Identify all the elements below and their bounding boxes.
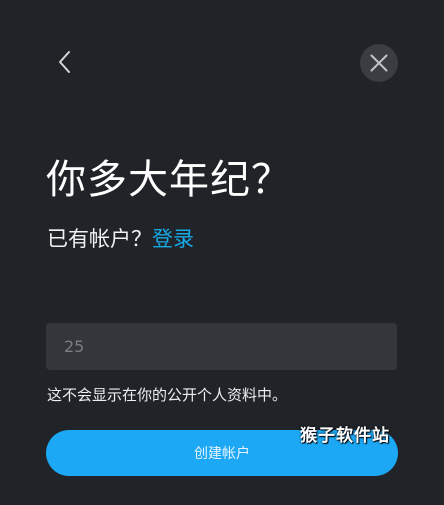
- age-entry-screen: 你多大年纪？ 已有帐户？登录 这不会显示在你的公开个人资料中。 创建帐户 猴子软…: [0, 0, 444, 505]
- page-title: 你多大年纪？: [46, 157, 292, 203]
- back-button[interactable]: [50, 47, 80, 77]
- login-link[interactable]: 登录: [152, 227, 194, 251]
- close-button[interactable]: [360, 44, 398, 82]
- age-input[interactable]: [46, 323, 397, 370]
- chevron-left-icon: [59, 51, 70, 73]
- privacy-hint: 这不会显示在你的公开个人资料中。: [47, 386, 288, 404]
- create-account-button[interactable]: 创建帐户: [46, 430, 398, 476]
- login-prompt: 已有帐户？登录: [47, 224, 194, 254]
- login-prompt-text: 已有帐户？: [47, 227, 152, 251]
- close-icon: [370, 54, 388, 72]
